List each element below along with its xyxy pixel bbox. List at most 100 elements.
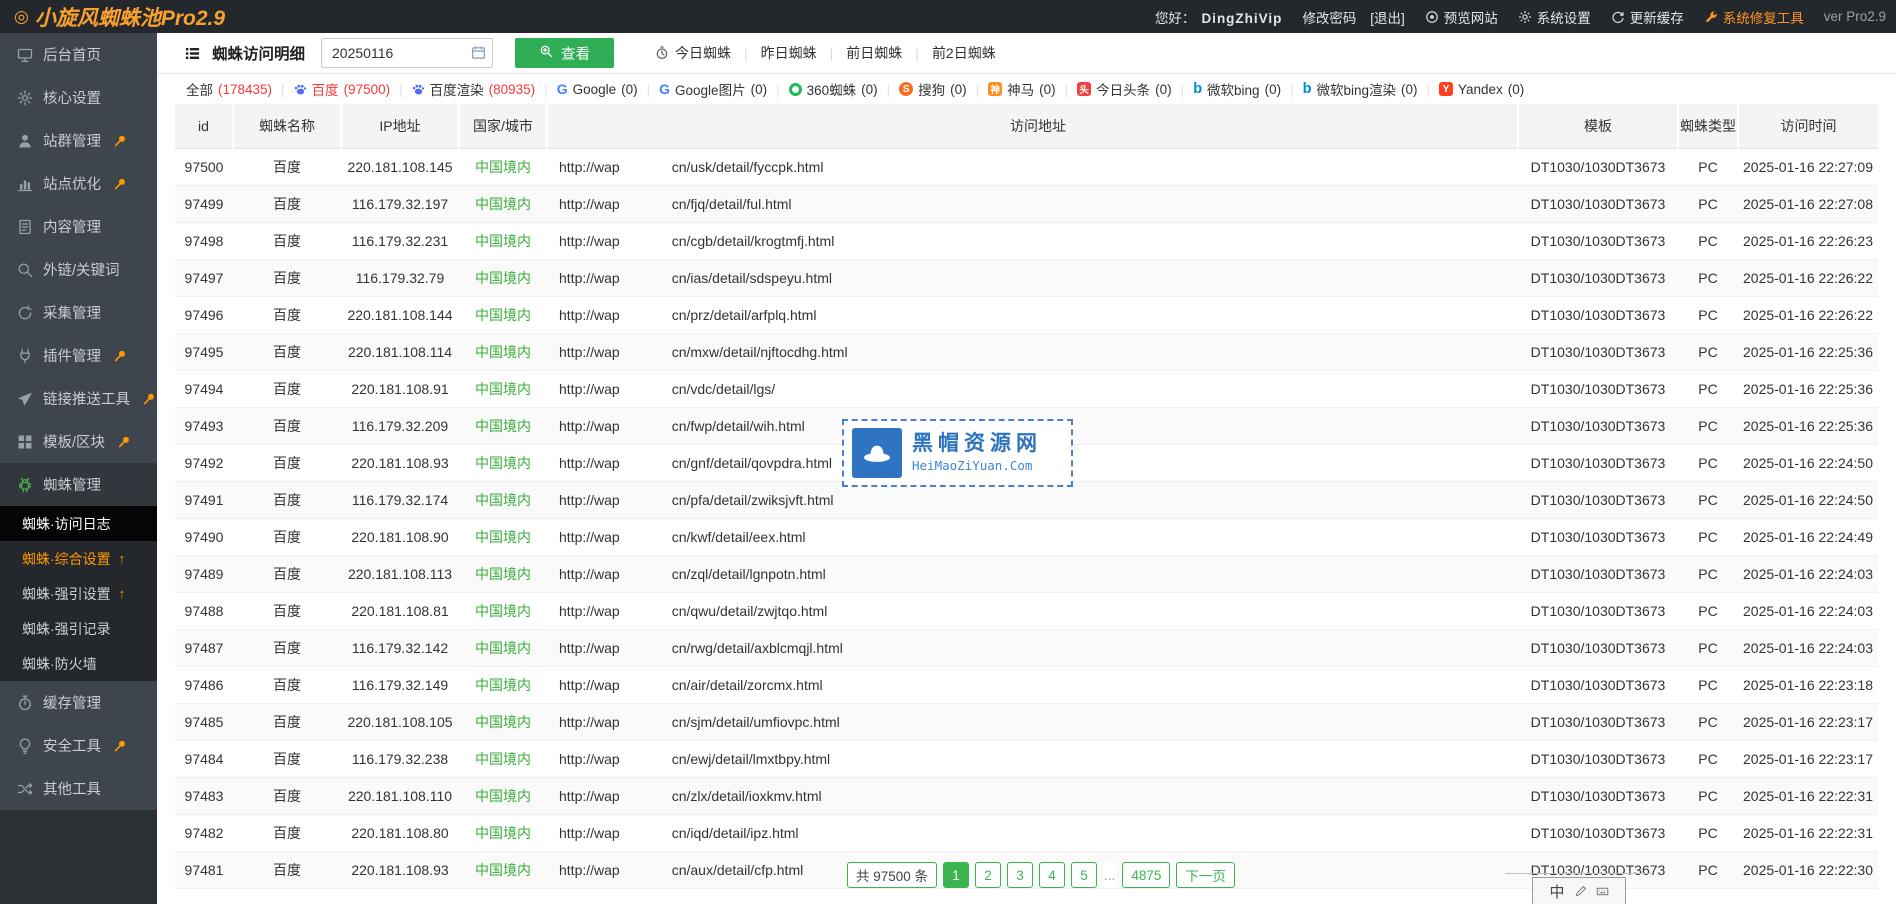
up-arrow-icon: ↑: [119, 551, 126, 566]
page-button-3[interactable]: 3: [1007, 862, 1033, 888]
sidebar-item-collect-manage[interactable]: 采集管理: [0, 291, 157, 334]
filter-bing-render[interactable]: b 微软bing渲染(0): [1294, 79, 1427, 99]
send-icon: [17, 391, 33, 407]
cell-country: 中国境内: [459, 593, 547, 630]
system-settings-link[interactable]: 系统设置: [1518, 7, 1591, 27]
app-logo: ◎ 小旋风蜘蛛池Pro2.9: [14, 2, 225, 32]
page-button-4[interactable]: 4: [1039, 862, 1065, 888]
sidebar-filler: [0, 810, 157, 904]
sidebar-item-spider-force-settings[interactable]: 蜘蛛·强引设置 ↑: [0, 576, 157, 611]
cell-id: 97483: [175, 778, 233, 815]
sidebar-item-content-manage[interactable]: 内容管理: [0, 205, 157, 248]
sidebar-item-cache-manage[interactable]: 缓存管理: [0, 681, 157, 724]
page-button-1[interactable]: 1: [943, 862, 969, 888]
sidebar-item-template-blocks[interactable]: 模板/区块: [0, 420, 157, 463]
system-repair-tool-link[interactable]: 系统修复工具: [1704, 7, 1804, 27]
timer-icon: [17, 695, 33, 711]
cell-visit-url: http://wapcn/ewj/detail/lmxtbpy.html: [547, 741, 1518, 778]
cell-spider-name: 百度: [233, 408, 341, 445]
cell-visit-time: 2025-01-16 22:24:03: [1738, 593, 1878, 630]
filter-baidu[interactable]: 百度(97500): [285, 79, 400, 99]
next-page-button[interactable]: 下一页: [1176, 862, 1235, 888]
cell-visit-url: http://wapcn/air/detail/zorcmx.html: [547, 667, 1518, 704]
two-days-ago-spider-link[interactable]: 前2日蜘蛛: [919, 43, 1009, 63]
cell-ip: 220.181.108.144: [341, 297, 459, 334]
sidebar-item-site-optimize[interactable]: 站点优化: [0, 162, 157, 205]
cell-visit-time: 2025-01-16 22:24:50: [1738, 482, 1878, 519]
cell-spider-name: 百度: [233, 667, 341, 704]
sidebar-item-dashboard[interactable]: 后台首页: [0, 33, 157, 76]
cell-id: 97499: [175, 186, 233, 223]
sidebar-item-site-group[interactable]: 站群管理: [0, 119, 157, 162]
greeting: 您好：DingZhiVip: [1155, 7, 1283, 27]
cell-template: DT1030/1030DT3673: [1518, 778, 1678, 815]
sidebar-item-links-keywords[interactable]: 外链/关键词: [0, 248, 157, 291]
yesterday-spider-link[interactable]: 昨日蜘蛛: [748, 43, 830, 63]
cell-template: DT1030/1030DT3673: [1518, 593, 1678, 630]
sidebar-item-security-tools[interactable]: 安全工具: [0, 724, 157, 767]
filter-bing[interactable]: b 微软bing(0): [1184, 79, 1290, 99]
date-input[interactable]: [321, 38, 493, 68]
filter-google[interactable]: G Google(0): [548, 81, 647, 97]
cell-template: DT1030/1030DT3673: [1518, 704, 1678, 741]
table-row: 97494 百度 220.181.108.91 中国境内 http://wapc…: [175, 371, 1878, 408]
cell-ip: 220.181.108.91: [341, 371, 459, 408]
page-button-5[interactable]: 5: [1071, 862, 1097, 888]
change-password-link[interactable]: 修改密码 [退出]: [1302, 7, 1404, 27]
cell-spider-type: PC: [1678, 482, 1738, 519]
filter-shenma[interactable]: 神 神马(0): [979, 79, 1065, 99]
cell-spider-name: 百度: [233, 445, 341, 482]
page-ellipsis: ...: [1103, 862, 1116, 888]
filter-sogou[interactable]: S 搜狗(0): [890, 79, 976, 99]
view-button[interactable]: 查看: [515, 38, 614, 68]
sidebar-item-spider-manage[interactable]: 蜘蛛管理: [0, 463, 157, 506]
sidebar-item-spider-visit-log[interactable]: 蜘蛛·访问日志: [0, 506, 157, 541]
cell-country: 中国境内: [459, 815, 547, 852]
page-button-last[interactable]: 4875: [1122, 862, 1170, 888]
cell-ip: 220.181.108.80: [341, 815, 459, 852]
refresh-icon: [1611, 10, 1625, 24]
document-icon: [17, 219, 33, 235]
table-row: 97482 百度 220.181.108.80 中国境内 http://wapc…: [175, 815, 1878, 852]
cell-spider-type: PC: [1678, 741, 1738, 778]
cell-country: 中国境内: [459, 334, 547, 371]
filter-google-images[interactable]: G Google图片(0): [650, 79, 776, 99]
ime-toolbar[interactable]: 中: [1532, 877, 1626, 904]
calendar-icon[interactable]: [471, 45, 486, 60]
sidebar-item-spider-firewall[interactable]: 蜘蛛·防火墙: [0, 646, 157, 681]
column-header-spider-name: 蜘蛛名称: [233, 104, 341, 149]
pagination: 共 97500 条12345...4875下一页: [847, 862, 1235, 888]
update-cache-link[interactable]: 更新缓存: [1611, 7, 1684, 27]
sidebar-item-other-tools[interactable]: 其他工具: [0, 767, 157, 810]
sidebar-item-plugin-manage[interactable]: 插件管理: [0, 334, 157, 377]
cell-ip: 220.181.108.93: [341, 852, 459, 889]
cell-visit-time: 2025-01-16 22:24:03: [1738, 630, 1878, 667]
filter-baidu-render[interactable]: 百度渲染(80935): [403, 79, 545, 99]
sidebar-item-core-settings[interactable]: 核心设置: [0, 76, 157, 119]
sidebar-item-spider-force-records[interactable]: 蜘蛛·强引记录: [0, 611, 157, 646]
page-button-2[interactable]: 2: [975, 862, 1001, 888]
cell-spider-name: 百度: [233, 482, 341, 519]
day-before-spider-link[interactable]: 前日蜘蛛: [833, 43, 915, 63]
preview-site-link[interactable]: 预览网站: [1425, 7, 1498, 27]
google-icon: G: [659, 81, 670, 97]
cell-visit-url: http://wapcn/prz/detail/arfplq.html: [547, 297, 1518, 334]
sidebar-item-link-push-tool[interactable]: 链接推送工具: [0, 377, 157, 420]
filter-yandex[interactable]: Y Yandex(0): [1430, 82, 1533, 97]
sidebar-item-spider-general-settings[interactable]: 蜘蛛·综合设置 ↑: [0, 541, 157, 576]
cell-template: DT1030/1030DT3673: [1518, 223, 1678, 260]
filter-all[interactable]: 全部(178435): [177, 79, 281, 99]
version-label: ver Pro2.9: [1824, 9, 1886, 24]
cell-spider-name: 百度: [233, 556, 341, 593]
baidu-paw-icon: [412, 83, 425, 96]
cell-visit-time: 2025-01-16 22:24:03: [1738, 556, 1878, 593]
cell-visit-time: 2025-01-16 22:25:36: [1738, 408, 1878, 445]
cell-spider-name: 百度: [233, 630, 341, 667]
today-spider-link[interactable]: 今日蜘蛛: [642, 43, 744, 63]
cell-country: 中国境内: [459, 556, 547, 593]
cell-country: 中国境内: [459, 223, 547, 260]
cell-country: 中国境内: [459, 408, 547, 445]
filter-360-spider[interactable]: 360蜘蛛(0): [780, 79, 887, 99]
app-title: 小旋风蜘蛛池Pro2.9: [35, 2, 225, 32]
filter-toutiao[interactable]: 头 今日头条(0): [1068, 79, 1181, 99]
